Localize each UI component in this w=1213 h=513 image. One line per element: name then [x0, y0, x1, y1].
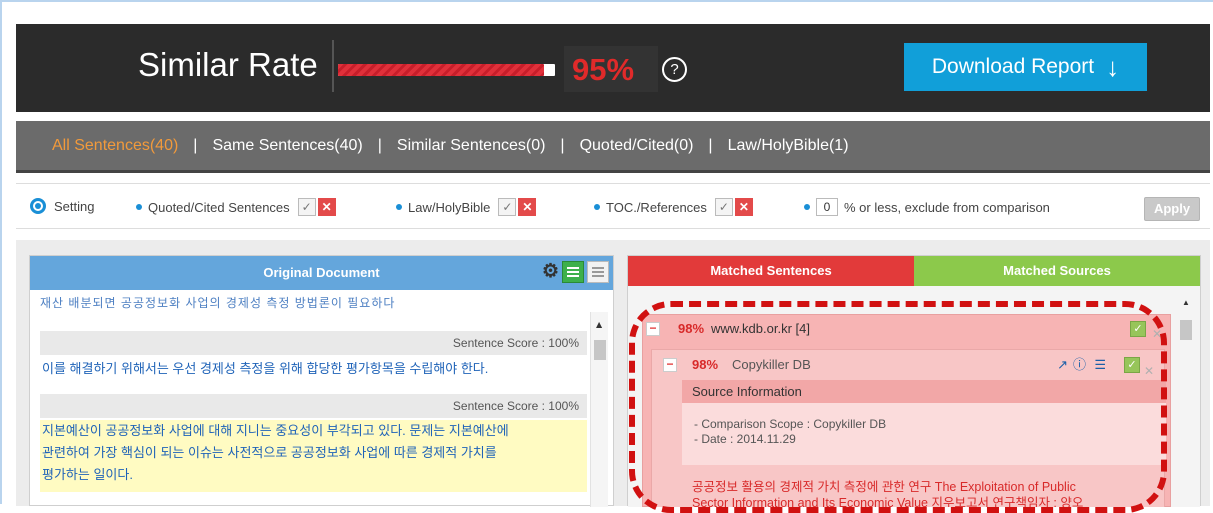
- apply-button[interactable]: Apply: [1144, 197, 1200, 221]
- left-scrollbar[interactable]: ▲: [590, 312, 608, 507]
- tab-similar-sentences[interactable]: Similar Sentences(0): [397, 137, 546, 155]
- bullet-icon: [594, 204, 600, 210]
- similar-rate-title: Similar Rate: [138, 46, 318, 83]
- download-report-label: Download Report: [931, 55, 1095, 78]
- similar-rate-bar: [338, 64, 555, 76]
- download-arrow-icon: ↓: [1106, 51, 1120, 82]
- sentence-score: Sentence Score : 100%: [40, 331, 587, 355]
- toc-exclude-button[interactable]: ✕: [734, 198, 753, 216]
- tab-matched-sentences[interactable]: Matched Sentences: [628, 256, 914, 286]
- original-document-title: Original Document: [263, 265, 380, 280]
- highlight-annotation-outline: [629, 301, 1167, 513]
- law-holybible-label: Law/HolyBible: [408, 199, 491, 215]
- scroll-up-icon[interactable]: ▲: [1182, 298, 1190, 307]
- original-document-header: Original Document ⚙: [30, 256, 613, 290]
- help-icon[interactable]: ?: [662, 57, 687, 82]
- tab-separator: |: [560, 136, 565, 154]
- right-scrollbar[interactable]: ▲: [1177, 286, 1195, 507]
- similar-rate-percent: 95%: [572, 52, 635, 87]
- tab-matched-sources[interactable]: Matched Sources: [914, 256, 1200, 286]
- list-view-icon[interactable]: [587, 261, 609, 283]
- highlighted-sentence-line: 평가하는 일이다.: [42, 467, 133, 482]
- bullet-icon: [804, 204, 810, 210]
- settings-gear-icon[interactable]: ⚙: [542, 261, 559, 283]
- threshold-label: % or less, exclude from comparison: [844, 199, 1050, 215]
- view-tools: ⚙: [542, 261, 609, 283]
- quoted-cited-label: Quoted/Cited Sentences: [148, 199, 290, 215]
- threshold-input[interactable]: 0: [816, 198, 838, 216]
- highlighted-sentence[interactable]: 지본예산이 공공정보화 사업에 대해 지니는 중요성이 부각되고 있다. 문제는…: [40, 420, 587, 492]
- tab-law-holybible[interactable]: Law/HolyBible(1): [728, 137, 849, 155]
- tab-quoted-cited[interactable]: Quoted/Cited(0): [580, 137, 694, 155]
- header-divider: [332, 40, 334, 92]
- highlight-view-icon[interactable]: [562, 261, 584, 283]
- download-report-button[interactable]: Download Report ↓: [904, 43, 1147, 91]
- similarity-report: { "header": { "title": "Similar Rate", "…: [0, 0, 1213, 513]
- settings-bar: Setting Quoted/Cited Sentences ✓ ✕ Law/H…: [16, 183, 1210, 229]
- scroll-up-icon[interactable]: ▲: [596, 320, 602, 329]
- setting-label: Setting: [54, 198, 95, 214]
- law-holybible-option: Law/HolyBible ✓ ✕: [396, 198, 537, 216]
- setting-toggle[interactable]: Setting: [30, 198, 94, 214]
- toc-references-option: TOC./References ✓ ✕: [594, 198, 753, 216]
- gear-icon: [30, 198, 46, 214]
- law-exclude-button[interactable]: ✕: [518, 198, 537, 216]
- sentence-filter-tabs: All Sentences(40) | Same Sentences(40) |…: [16, 121, 1210, 173]
- similarity-header: Similar Rate 95% ? Download Report ↓: [16, 24, 1210, 112]
- bullet-icon: [396, 204, 402, 210]
- original-document-panel: Original Document ⚙ 재산 배분되면 공공정보화 사업의 경제…: [29, 255, 614, 507]
- toc-include-checkbox[interactable]: ✓: [714, 198, 733, 216]
- tab-separator: |: [377, 136, 382, 154]
- law-include-checkbox[interactable]: ✓: [498, 198, 517, 216]
- highlighted-sentence-line: 관련하여 가장 핵심이 되는 이슈는 사전적으로 공공정보화 사업에 따른 경제…: [42, 445, 497, 460]
- sentence-score: Sentence Score : 100%: [40, 394, 587, 418]
- tab-separator: |: [193, 136, 198, 154]
- tab-separator: |: [708, 136, 713, 154]
- matched-sentence[interactable]: 이를 해결하기 위해서는 우선 경제성 측정을 위해 합당한 평가항목을 수립해…: [40, 358, 587, 380]
- quoted-cited-option: Quoted/Cited Sentences ✓ ✕: [136, 198, 336, 216]
- highlighted-sentence-line: 지본예산이 공공정보화 사업에 대해 지니는 중요성이 부각되고 있다. 문제는…: [42, 423, 509, 438]
- cut-off-sentence: 재산 배분되면 공공정보화 사업의 경제성 측정 방법론이 필요하다: [40, 296, 396, 310]
- original-document-body: 재산 배분되면 공공정보화 사업의 경제성 측정 방법론이 필요하다 Sente…: [30, 290, 587, 507]
- threshold-option: 0 % or less, exclude from comparison: [804, 198, 1050, 216]
- toc-references-label: TOC./References: [606, 199, 707, 215]
- scroll-thumb[interactable]: [594, 340, 606, 360]
- quoted-include-checkbox[interactable]: ✓: [297, 198, 316, 216]
- tab-same-sentences[interactable]: Same Sentences(40): [212, 137, 362, 155]
- scroll-thumb[interactable]: [1180, 320, 1192, 340]
- similar-rate-bar-fill: [338, 64, 545, 76]
- quoted-exclude-button[interactable]: ✕: [317, 198, 336, 216]
- tab-all-sentences[interactable]: All Sentences(40): [52, 137, 178, 155]
- bullet-icon: [136, 204, 142, 210]
